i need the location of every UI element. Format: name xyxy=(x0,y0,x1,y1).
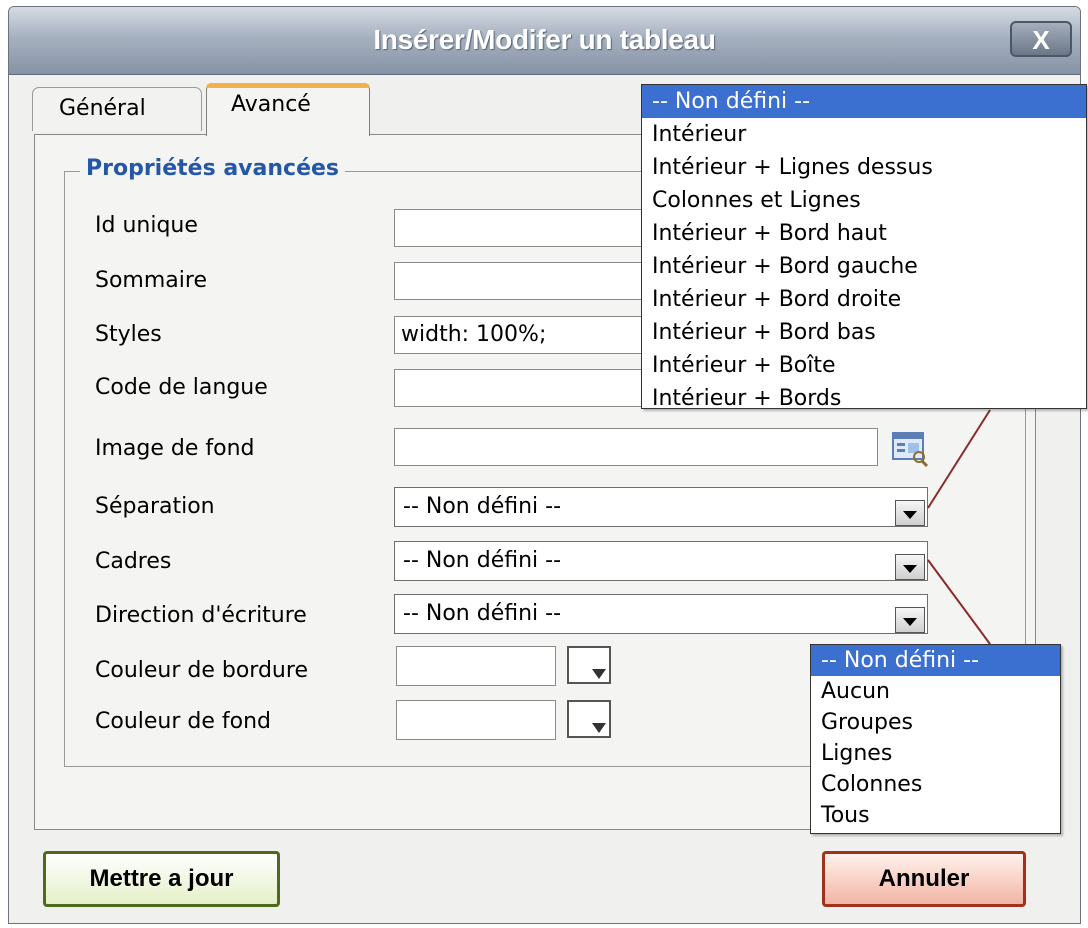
frames-select[interactable]: -- Non défini -- xyxy=(394,541,928,581)
dropdown-option[interactable]: -- Non défini -- xyxy=(642,85,1086,118)
dropdown-option[interactable]: Aucun xyxy=(811,676,1060,707)
dropdown-option[interactable]: Intérieur + Bords xyxy=(642,382,1086,415)
border-color-input[interactable] xyxy=(396,646,556,686)
dropdown-option[interactable]: Colonnes xyxy=(811,769,1060,800)
dropdown-option[interactable]: Intérieur + Bord gauche xyxy=(642,250,1086,283)
dropdown-option[interactable]: Intérieur + Boîte xyxy=(642,349,1086,382)
border-color-picker-icon[interactable] xyxy=(567,646,611,684)
dropdown-option[interactable]: Intérieur + Bord droite xyxy=(642,283,1086,316)
dialog-title: Insérer/Modifer un tableau xyxy=(373,24,716,55)
tab-label: Avancé xyxy=(231,92,311,117)
separation-label: Séparation xyxy=(95,494,215,519)
separation-value: -- Non défini -- xyxy=(403,494,562,519)
background-image-input[interactable] xyxy=(394,428,878,466)
close-button[interactable]: X xyxy=(1010,21,1072,57)
frames-value: -- Non défini -- xyxy=(403,548,562,573)
title-bar: Insérer/Modifer un tableau X xyxy=(9,7,1080,75)
dropdown-option[interactable]: Intérieur + Bord haut xyxy=(642,217,1086,250)
chevron-down-icon[interactable] xyxy=(895,554,925,580)
frames-label: Cadres xyxy=(95,549,172,574)
background-color-label: Couleur de fond xyxy=(95,709,271,734)
dropdown-option[interactable]: -- Non défini -- xyxy=(811,645,1060,676)
separation-select[interactable]: -- Non défini -- xyxy=(394,487,928,527)
dropdown-option[interactable]: Intérieur + Bord bas xyxy=(642,316,1086,349)
styles-label: Styles xyxy=(95,322,162,347)
background-image-label: Image de fond xyxy=(95,436,255,461)
dropdown-option[interactable]: Intérieur + Lignes dessus xyxy=(642,151,1086,184)
dropdown-option[interactable]: Intérieur xyxy=(642,118,1086,151)
background-color-picker-icon[interactable] xyxy=(567,700,611,738)
id-label: Id unique xyxy=(95,213,198,238)
cancel-button[interactable]: Annuler xyxy=(822,851,1026,907)
dropdown-option[interactable]: Colonnes et Lignes xyxy=(642,184,1086,217)
background-color-input[interactable] xyxy=(396,700,556,740)
dropdown-option[interactable]: Groupes xyxy=(811,707,1060,738)
fieldset-legend: Propriétés avancées xyxy=(80,156,346,181)
language-code-label: Code de langue xyxy=(95,375,268,400)
summary-label: Sommaire xyxy=(95,268,207,293)
direction-label: Direction d'écriture xyxy=(95,603,307,628)
border-color-label: Couleur de bordure xyxy=(95,658,308,683)
browse-image-icon[interactable] xyxy=(890,428,930,468)
dropdown-option[interactable]: Lignes xyxy=(811,738,1060,769)
tab-general[interactable]: Général xyxy=(32,87,202,131)
tab-label: Général xyxy=(59,96,146,121)
dropdown-option[interactable]: Tous xyxy=(811,800,1060,831)
direction-value: -- Non défini -- xyxy=(403,601,562,626)
tab-advanced[interactable]: Avancé xyxy=(206,83,370,136)
chevron-down-icon[interactable] xyxy=(895,607,925,633)
separation-dropdown-list: -- Non défini -- Intérieur Intérieur + L… xyxy=(641,84,1087,411)
update-button[interactable]: Mettre a jour xyxy=(43,851,280,907)
chevron-down-icon[interactable] xyxy=(895,500,925,526)
frames-dropdown-list: -- Non défini -- Aucun Groupes Lignes Co… xyxy=(810,644,1061,834)
close-icon: X xyxy=(1032,25,1050,55)
direction-select[interactable]: -- Non défini -- xyxy=(394,594,928,634)
